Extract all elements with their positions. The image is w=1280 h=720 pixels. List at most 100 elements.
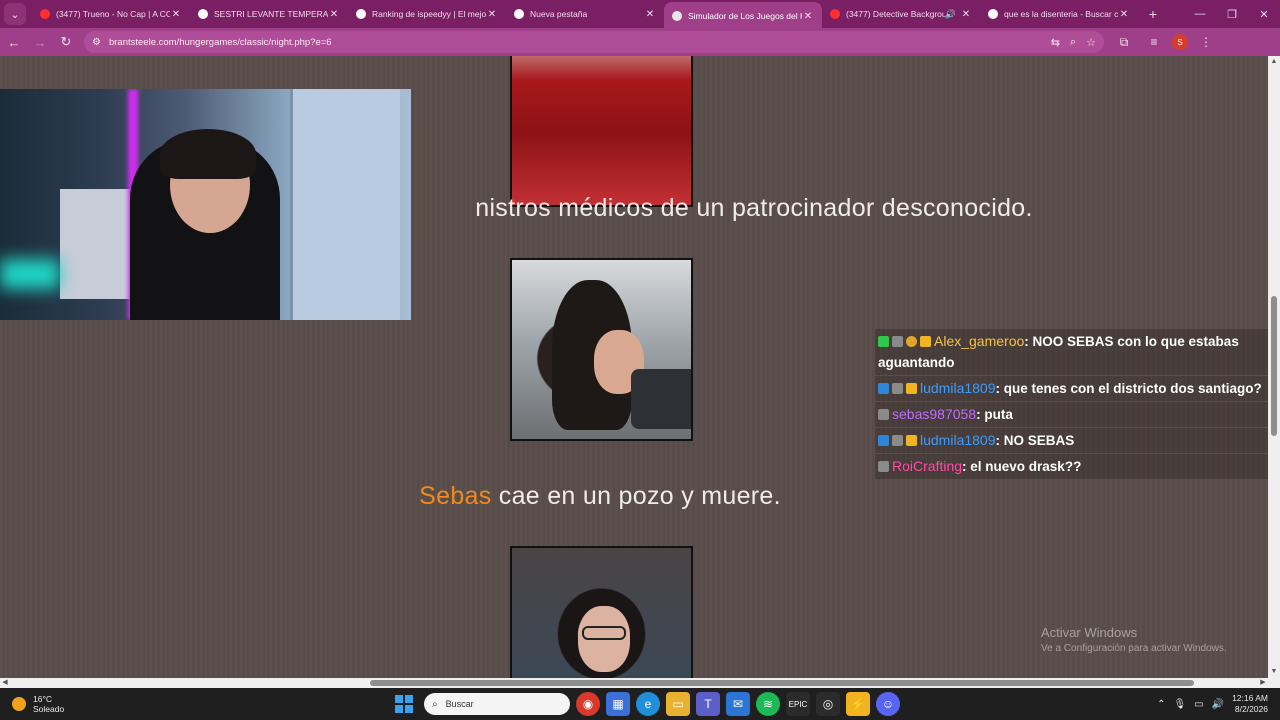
car-shape — [631, 369, 691, 429]
chat-username: ludmila1809 — [920, 432, 996, 448]
restore-icon[interactable]: ❐ — [1216, 0, 1248, 28]
browser-tab[interactable]: que es la disenteria - Buscar co ✕ — [980, 2, 1138, 26]
arrow-left-icon: ← — [7, 34, 21, 50]
zoom-icon[interactable]: ⌕ — [1070, 36, 1076, 49]
browser-tab[interactable]: SESTRI LEVANTE TEMPERATURA✕ — [190, 2, 348, 26]
temperature: 16°C — [33, 694, 52, 704]
vertical-scrollbar[interactable]: ▲ ▼ — [1268, 56, 1280, 678]
chevron-up-icon[interactable]: ⌃ — [1157, 699, 1165, 710]
minimize-icon[interactable]: — — [1184, 0, 1216, 28]
date: 8/2/2026 — [1234, 704, 1268, 714]
door-shape — [290, 89, 400, 320]
chevron-down-icon: ⌄ — [10, 8, 20, 21]
watermark-title: Activar Windows — [1041, 625, 1138, 640]
volume-icon[interactable]: 🔊 — [1212, 699, 1224, 710]
tribute-photo — [510, 56, 693, 207]
bookmark-star-icon[interactable]: ☆ — [1086, 36, 1096, 49]
favicon-icon — [830, 9, 840, 19]
profile-avatar[interactable]: S — [1172, 34, 1188, 50]
tab-close-icon[interactable]: ✕ — [170, 9, 182, 20]
app-icon[interactable]: ⚡ — [846, 692, 870, 716]
browser-tab[interactable]: Nueva pestaña ✕ — [506, 2, 664, 26]
streamer-hair — [160, 129, 256, 179]
forward-button[interactable]: → — [28, 30, 52, 54]
scroll-thumb[interactable] — [370, 680, 1194, 686]
chat-badge-icon — [878, 383, 889, 394]
chat-text: : NOO SEBAS con lo que estabas aguantand… — [878, 334, 1239, 370]
clock[interactable]: 12:16 AM 8/2/2026 — [1232, 693, 1268, 715]
reload-button[interactable]: ↻ — [54, 30, 78, 54]
mail-icon[interactable]: ✉ — [726, 692, 750, 716]
file-explorer-icon[interactable]: ▭ — [666, 692, 690, 716]
extensions-icon[interactable]: ⧉ — [1112, 30, 1136, 54]
tab-close-icon[interactable]: ✕ — [644, 9, 656, 20]
tab-search-button[interactable]: ⌄ — [4, 3, 26, 25]
tab-close-icon[interactable]: ✕ — [486, 9, 498, 20]
chat-badge-icon — [878, 435, 889, 446]
horizontal-scrollbar[interactable]: ◀ ▶ — [0, 678, 1280, 688]
favicon-icon — [40, 9, 50, 19]
chat-username: Alex_gameroo — [934, 333, 1025, 349]
tab-title: Nueva pestaña — [530, 9, 588, 19]
weather-condition: Soleado — [33, 704, 65, 714]
weather-widget[interactable]: 16°C Soleado — [12, 694, 64, 714]
event-text: Sebas cae en un pozo y muere. — [0, 482, 1234, 511]
windows-start-icon[interactable] — [394, 694, 414, 714]
media-queue-icon[interactable]: ≡ — [1142, 30, 1166, 54]
chat-badge-icon — [906, 383, 917, 394]
translate-icon[interactable]: ⇆ — [1051, 36, 1060, 49]
tab-title: SESTRI LEVANTE TEMPERATURA — [214, 9, 328, 19]
close-icon[interactable]: ✕ — [1248, 0, 1280, 28]
tab-list: (3477) Trueno - No Cap | A COL ✕ SESTRI LE… — [32, 0, 1138, 30]
discord-icon[interactable]: ☺ — [876, 692, 900, 716]
tab-close-icon[interactable]: ✕ — [1118, 9, 1130, 20]
address-bar[interactable]: ⚙ brantsteele.com/hungergames/classic/ni… — [84, 31, 1104, 53]
back-button[interactable]: ← — [2, 30, 26, 54]
favicon-icon — [198, 9, 208, 19]
site-info-icon[interactable]: ⚙ — [92, 37, 101, 48]
menu-icon[interactable]: ⋮ — [1194, 30, 1218, 54]
new-tab-button[interactable]: + — [1142, 3, 1164, 25]
chat-text: : puta — [976, 407, 1013, 422]
toolbar: ⧉ ≡ S ⋮ — [1112, 30, 1218, 54]
tab-title: (3477) Detective Backgroun — [846, 9, 945, 19]
obs-icon[interactable]: ◎ — [816, 692, 840, 716]
omnibox-actions: ⇆ ⌕ ☆ — [1051, 36, 1096, 49]
chat-text: : que tenes con el districto dos santiag… — [995, 381, 1262, 396]
tab-title: Simulador de Los Juegos del Ha — [688, 11, 802, 21]
tab-close-icon[interactable]: ✕ — [960, 9, 972, 20]
edge-icon[interactable]: e — [636, 692, 660, 716]
scroll-right-icon[interactable]: ▶ — [1258, 678, 1268, 688]
window-controls: — ❐ ✕ — [1184, 0, 1280, 28]
scroll-left-icon[interactable]: ◀ — [0, 678, 10, 688]
microphone-icon[interactable]: 🎙 — [1173, 699, 1186, 710]
store-icon[interactable]: ▦ — [606, 692, 630, 716]
browser-tab[interactable]: Ranking de ispeedyy | El mejor ✕ — [348, 2, 506, 26]
chrome-icon[interactable]: ◉ — [576, 692, 600, 716]
scroll-down-icon[interactable]: ▼ — [1268, 666, 1280, 678]
plus-icon: + — [1148, 6, 1158, 22]
tribute-photo — [510, 258, 693, 441]
tab-audio-icon[interactable]: 🔊 — [945, 9, 956, 20]
tab-close-icon[interactable]: ✕ — [802, 11, 814, 22]
browser-tab[interactable]: Simulador de Los Juegos del Ha ✕ — [664, 2, 822, 30]
tab-title: (3477) Trueno - No Cap | A COL — [56, 9, 170, 19]
tribute-name: Sebas — [419, 482, 492, 510]
search-placeholder: Buscar — [445, 699, 474, 709]
spotify-icon[interactable]: ≋ — [756, 692, 780, 716]
scroll-up-icon[interactable]: ▲ — [1268, 56, 1280, 68]
stream-chat: Alex_gameroo: NOO SEBAS con lo que estab… — [875, 329, 1280, 480]
browser-tab[interactable]: (3477) Trueno - No Cap | A COL ✕ — [32, 2, 190, 26]
browser-tab[interactable]: (3477) Detective Backgroun 🔊 ✕ — [822, 2, 980, 26]
network-icon[interactable]: ▭ — [1194, 699, 1203, 710]
epic-games-icon[interactable]: EPIC — [786, 692, 810, 716]
scroll-thumb[interactable] — [1271, 296, 1277, 436]
teams-icon[interactable]: T — [696, 692, 720, 716]
favicon-icon — [514, 9, 524, 19]
chat-username: ludmila1809 — [920, 380, 996, 396]
taskbar-search[interactable]: ⌕ Buscar — [424, 693, 570, 715]
chat-badge-icon — [878, 336, 889, 347]
chat-message: Alex_gameroo: NOO SEBAS con lo que estab… — [875, 329, 1280, 375]
chat-username: sebas987058 — [892, 406, 977, 422]
tab-close-icon[interactable]: ✕ — [328, 9, 340, 20]
